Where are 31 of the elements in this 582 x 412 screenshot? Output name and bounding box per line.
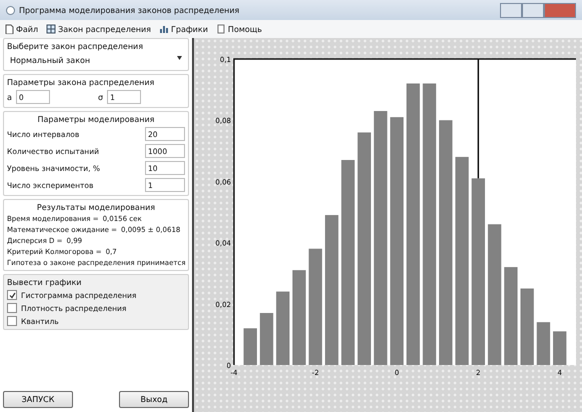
menu-item[interactable]: Закон распределения [58,24,151,34]
page-icon [216,24,226,34]
param-label: σ [98,92,104,102]
app-icon [6,6,15,14]
histogram-bar [244,328,257,365]
maximize-button[interactable] [522,2,544,18]
chart-icon [158,24,169,34]
checkbox[interactable] [7,290,17,300]
histogram-bar [260,312,274,365]
minimize-button[interactable] [500,2,522,18]
checkbox[interactable] [7,303,17,313]
start-button[interactable]: ЗАПУСК [3,391,73,408]
exit-button[interactable]: Выход [119,391,189,408]
law-dropdown[interactable]: Нормальный закон [7,54,185,67]
menu-item[interactable]: Помощь [228,24,262,34]
histogram-bar [536,322,550,365]
file-icon [4,24,14,34]
menu-item[interactable]: Графики [170,24,208,34]
window-title: Программа моделирования законов распределения [19,6,240,14]
param-label: a [7,92,12,102]
table-icon [46,24,56,34]
group-heading: Выберите закон распределения [7,42,144,51]
caret-icon [177,56,182,60]
group-heading: Результаты моделирования [36,203,156,212]
histogram-bar [553,331,566,365]
close-button[interactable] [544,2,576,18]
group-heading: Параметры закона распределения [7,78,156,87]
menu-item[interactable]: Файл [16,24,38,34]
group-heading: Параметры моделирования [36,115,156,124]
checkbox[interactable] [7,316,17,326]
group-heading: Вывести графики [7,278,82,287]
